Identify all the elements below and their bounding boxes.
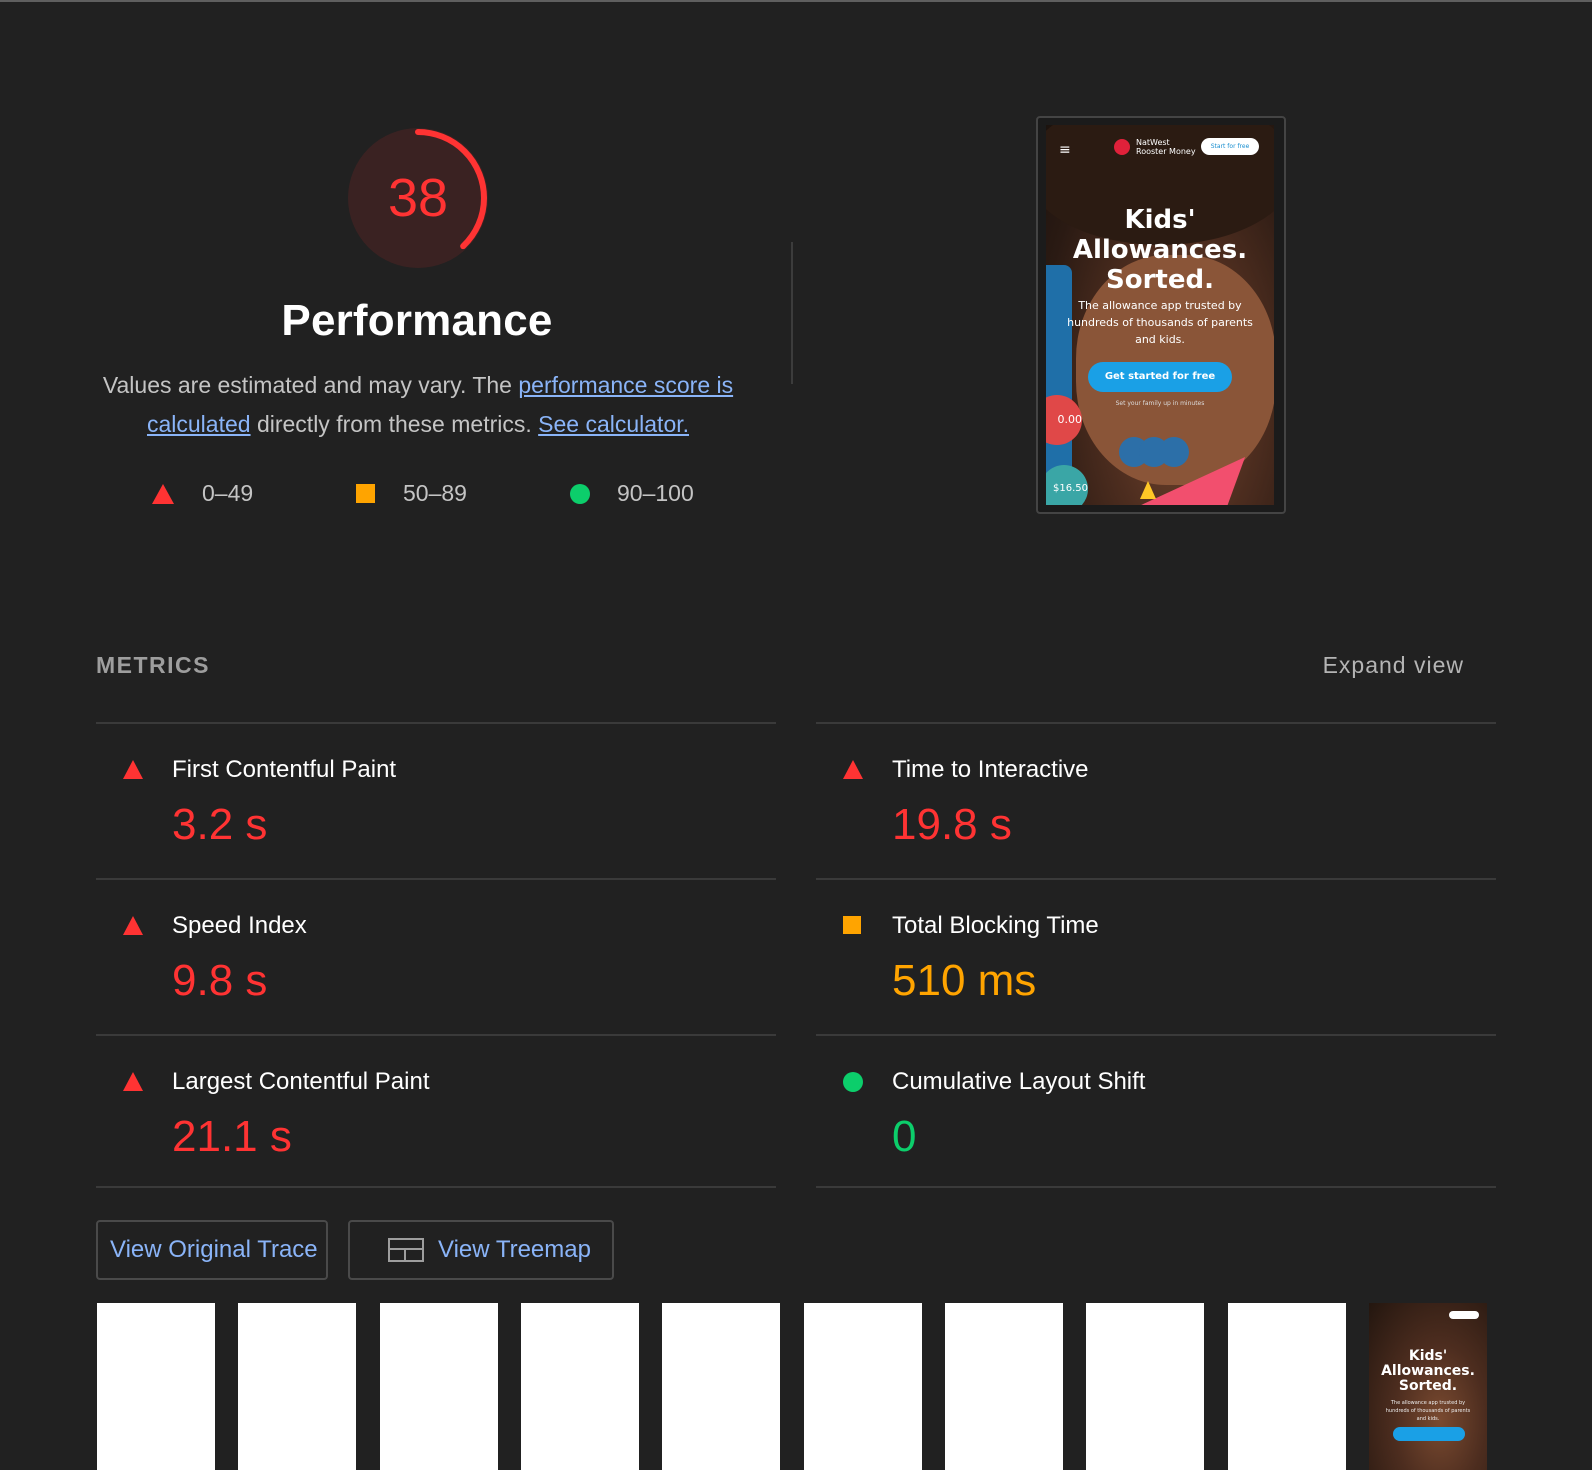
view-original-trace-button[interactable]: View Original Trace	[96, 1220, 328, 1280]
screenshot-start-button: Start for free	[1201, 138, 1259, 155]
filmstrip-frame	[945, 1303, 1063, 1470]
metrics-title: METRICS	[96, 652, 210, 678]
pass-circle-icon	[570, 483, 590, 504]
metric-value: 510 ms	[892, 956, 1037, 1005]
legend-average: 50–89	[356, 480, 467, 507]
screenshot-bubble-teal: $16.50	[1046, 465, 1088, 505]
filmstrip-frame-final: Kids' Allowances. Sorted. The allowance …	[1369, 1303, 1487, 1470]
screenshot-subtext: The allowance app trusted by hundreds of…	[1067, 299, 1253, 346]
metric-value: 9.8 s	[172, 956, 268, 1005]
filmstrip-cta	[1393, 1427, 1465, 1441]
filmstrip-start-button	[1449, 1311, 1479, 1319]
metric-largest-contentful-paint: Largest Contentful Paint 21.1 s	[96, 1036, 772, 1186]
filmstrip-frame	[1086, 1303, 1204, 1470]
brand-line-2: Rooster Money	[1136, 147, 1196, 156]
fail-triangle-icon	[123, 1072, 143, 1091]
final-screenshot[interactable]: ≡ NatWest Rooster Money Start for free K…	[1036, 116, 1286, 514]
metric-label: Time to Interactive	[892, 756, 1089, 783]
filmstrip-frame	[238, 1303, 356, 1470]
fail-triangle-icon	[123, 760, 143, 779]
natwest-logo-icon	[1114, 139, 1130, 155]
see-calculator-link[interactable]: See calculator.	[538, 411, 689, 437]
metric-time-to-interactive: Time to Interactive 19.8 s	[816, 724, 1492, 874]
average-square-icon	[356, 484, 375, 503]
screenshot-bubble-red: 0.00	[1046, 395, 1082, 445]
metric-value: 19.8 s	[892, 800, 1012, 849]
metric-value: 0	[892, 1112, 917, 1161]
metric-label: Speed Index	[172, 912, 307, 939]
metric-total-blocking-time: Total Blocking Time 510 ms	[816, 880, 1492, 1030]
screenshot-yellow-shape	[1140, 481, 1156, 499]
filmstrip-frame	[662, 1303, 780, 1470]
view-treemap-label: View Treemap	[438, 1236, 591, 1263]
performance-gauge: 38	[346, 126, 490, 270]
description-text: Values are estimated and may vary. The	[102, 372, 519, 398]
legend-range: 90–100	[617, 480, 694, 506]
metrics-divider	[816, 1186, 1496, 1188]
legend-pass: 90–100	[570, 480, 694, 507]
screenshot-brand: NatWest Rooster Money	[1136, 138, 1196, 156]
metric-label: Total Blocking Time	[892, 912, 1099, 939]
metrics-divider	[96, 1186, 776, 1188]
hamburger-menu-icon: ≡	[1059, 142, 1071, 158]
vertical-divider	[791, 242, 793, 384]
metric-label: Cumulative Layout Shift	[892, 1068, 1146, 1095]
screenshot-cta-button: Get started for free	[1088, 362, 1232, 392]
description-text-middle: directly from these metrics.	[250, 411, 539, 437]
metric-speed-index: Speed Index 9.8 s	[96, 880, 772, 1030]
filmstrip-subtext: The allowance app trusted by hundreds of…	[1385, 1400, 1471, 1422]
metric-label: First Contentful Paint	[172, 756, 397, 783]
filmstrip-frame	[804, 1303, 922, 1470]
filmstrip-headline: Kids' Allowances. Sorted.	[1381, 1348, 1475, 1394]
view-original-trace-label: View Original Trace	[110, 1236, 318, 1263]
filmstrip-frame	[1228, 1303, 1346, 1470]
metric-first-contentful-paint: First Contentful Paint 3.2 s	[96, 724, 772, 874]
expand-view-toggle[interactable]: Expand view	[1323, 652, 1464, 679]
fail-triangle-icon	[152, 483, 174, 504]
pass-circle-icon	[843, 1072, 863, 1092]
performance-title: Performance	[281, 296, 553, 345]
legend-fail: 0–49	[152, 480, 253, 507]
metric-cumulative-layout-shift: Cumulative Layout Shift 0	[816, 1036, 1492, 1186]
legend-range: 50–89	[403, 480, 467, 506]
top-border	[0, 0, 1592, 2]
treemap-icon	[388, 1238, 424, 1262]
fail-triangle-icon	[123, 916, 143, 935]
average-square-icon	[843, 916, 861, 934]
filmstrip-frame	[380, 1303, 498, 1470]
fail-triangle-icon	[843, 760, 863, 779]
performance-description: Values are estimated and may vary. The p…	[96, 366, 740, 444]
screenshot-image: ≡ NatWest Rooster Money Start for free K…	[1046, 125, 1274, 505]
metric-label: Largest Contentful Paint	[172, 1068, 430, 1095]
metric-value: 21.1 s	[172, 1112, 292, 1161]
legend-range: 0–49	[202, 480, 254, 506]
performance-score: 38	[387, 168, 449, 228]
screenshot-headline: Kids' Allowances. Sorted.	[1072, 205, 1248, 295]
brand-line-1: NatWest	[1136, 138, 1170, 147]
metric-value: 3.2 s	[172, 800, 268, 849]
view-treemap-button[interactable]: View Treemap	[348, 1220, 614, 1280]
filmstrip-frame	[97, 1303, 215, 1470]
filmstrip-frame	[521, 1303, 639, 1470]
